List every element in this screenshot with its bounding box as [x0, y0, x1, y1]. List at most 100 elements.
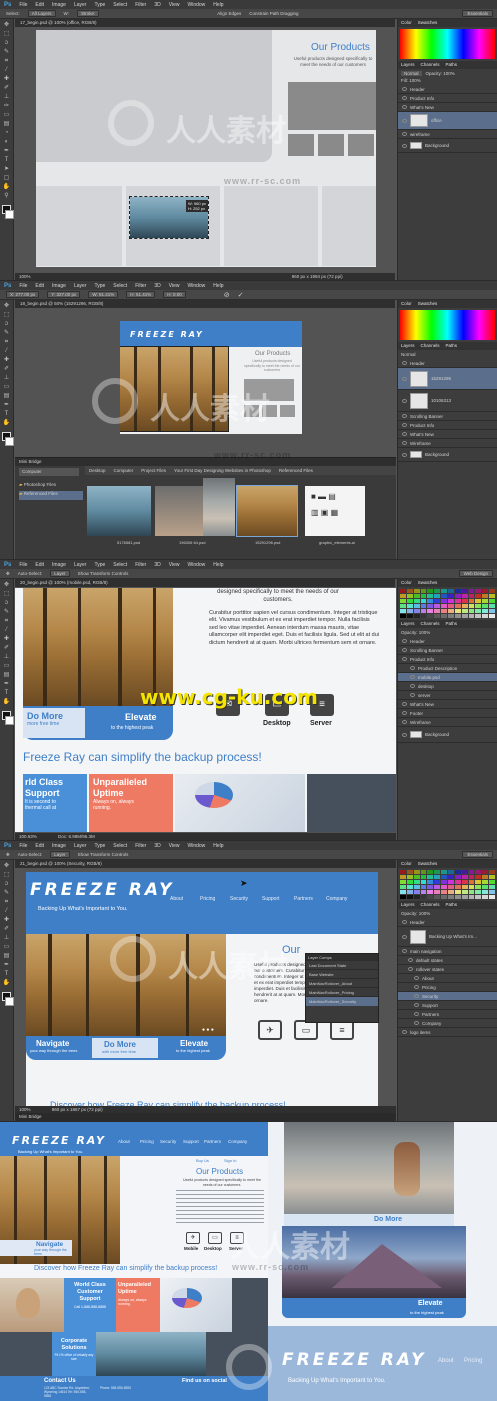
server-icon-box[interactable]: ≡: [230, 1232, 244, 1244]
server-icon-box[interactable]: ≡: [330, 1020, 354, 1040]
stamp-tool-icon[interactable]: ⊥: [3, 654, 11, 661]
color-swatch[interactable]: [482, 880, 489, 884]
color-swatch[interactable]: [406, 895, 413, 899]
color-swatch[interactable]: [427, 890, 434, 894]
nav-support[interactable]: Support: [262, 896, 280, 902]
breadcrumb-item[interactable]: Project Files: [141, 468, 166, 473]
color-swatch[interactable]: [454, 875, 461, 879]
color-swatch[interactable]: [482, 589, 489, 593]
color-swatch[interactable]: [441, 604, 447, 608]
color-swatch[interactable]: [489, 870, 495, 874]
menu-help[interactable]: Help: [213, 2, 223, 8]
layer-row[interactable]: Product Info: [398, 421, 497, 430]
buy-button[interactable]: Buy Us: [196, 1158, 209, 1163]
comp-row[interactable]: MainNavRollover_Pricing: [306, 988, 378, 997]
color-swatch[interactable]: [482, 870, 489, 874]
color-swatch[interactable]: [434, 609, 441, 613]
color-swatch[interactable]: [482, 604, 489, 608]
opacity-field[interactable]: Opacity: 100%: [398, 909, 497, 918]
color-swatch[interactable]: [448, 880, 454, 884]
color-swatch[interactable]: [413, 880, 420, 884]
color-swatch[interactable]: [454, 589, 461, 593]
healing-icon[interactable]: ✚: [3, 636, 11, 643]
commit-transform-icon[interactable]: ✓: [238, 291, 244, 299]
color-swatch[interactable]: [461, 880, 468, 884]
color-swatch[interactable]: [475, 599, 482, 603]
layer-row[interactable]: desktop: [398, 682, 497, 691]
color-swatch[interactable]: [489, 875, 495, 879]
w-field[interactable]: W: 61.41%: [88, 291, 119, 298]
eye-icon[interactable]: [402, 87, 407, 91]
document-tab[interactable]: 18_begin.psd @ 50% (15291296, RGB/8): [15, 300, 395, 308]
nav-company[interactable]: Company: [228, 1139, 247, 1144]
color-swatch[interactable]: [448, 599, 454, 603]
color-swatch[interactable]: [441, 885, 447, 889]
color-swatch[interactable]: [448, 875, 454, 879]
color-swatch[interactable]: [475, 589, 482, 593]
color-swatch[interactable]: [406, 594, 413, 598]
crop-tool-icon[interactable]: ⌗: [3, 899, 11, 906]
eye-icon[interactable]: [414, 994, 419, 998]
constrain-checkbox[interactable]: Constrain Path Dragging: [249, 11, 298, 16]
breadcrumb-item[interactable]: Referenced Files: [279, 468, 313, 473]
elevate-tab[interactable]: Elevate to the highest peak: [164, 1036, 226, 1060]
color-swatch[interactable]: [489, 890, 495, 894]
color-swatch[interactable]: [400, 609, 406, 613]
layer-row[interactable]: Support: [398, 1001, 497, 1010]
swatches-grid[interactable]: [398, 587, 497, 620]
color-swatch[interactable]: [427, 875, 434, 879]
color-swatch[interactable]: [454, 870, 461, 874]
color-swatch[interactable]: [427, 895, 434, 899]
color-swatch[interactable]: [468, 895, 475, 899]
mobile-icon-box[interactable]: ✈: [258, 1020, 282, 1040]
menu-3d[interactable]: 3D: [154, 562, 160, 568]
layer-row[interactable]: Pricing: [398, 983, 497, 992]
marquee-tool-icon[interactable]: ⬚: [3, 312, 11, 319]
color-swatch[interactable]: [400, 875, 406, 879]
cancel-transform-icon[interactable]: ⊘: [224, 291, 230, 299]
tab-channels[interactable]: Channels: [421, 61, 440, 69]
color-swatch[interactable]: [489, 614, 495, 618]
color-swatch[interactable]: [482, 885, 489, 889]
layer-row[interactable]: Scrolling Banner: [398, 412, 497, 421]
menu-window[interactable]: Window: [187, 2, 205, 8]
gradient-icon[interactable]: ▤: [3, 953, 11, 960]
eyedropper-icon[interactable]: ⁄: [3, 627, 11, 634]
type-tool-icon[interactable]: T: [3, 690, 11, 697]
color-swatch[interactable]: [468, 599, 475, 603]
layer-row[interactable]: What's New: [398, 103, 497, 112]
healing-icon[interactable]: ✚: [3, 357, 11, 364]
color-swatch[interactable]: [448, 614, 454, 618]
thumbnail-forest[interactable]: [236, 485, 298, 537]
eye-icon[interactable]: [402, 702, 407, 706]
breadcrumb-item[interactable]: Desktop: [89, 468, 106, 473]
move-tool-icon[interactable]: ✥: [3, 22, 11, 29]
layer-row[interactable]: Product Info: [398, 94, 497, 103]
document-canvas[interactable]: Our Products Useful products designed sp…: [36, 30, 376, 267]
color-swatch[interactable]: [461, 599, 468, 603]
zoom-tool-icon[interactable]: ⚲: [3, 193, 11, 200]
align-edges-checkbox[interactable]: Align Edges: [217, 11, 241, 16]
pen-tool-icon[interactable]: ✒: [3, 402, 11, 409]
path-select-icon[interactable]: ➤: [3, 166, 11, 173]
history-brush-icon[interactable]: ✑: [3, 103, 11, 110]
color-swatch[interactable]: [461, 614, 468, 618]
color-swatch[interactable]: [420, 895, 427, 899]
layer-row[interactable]: Background: [398, 139, 497, 153]
color-swatch[interactable]: [441, 594, 447, 598]
eye-icon[interactable]: [402, 361, 407, 365]
color-swatch[interactable]: [454, 895, 461, 899]
stamp-tool-icon[interactable]: ⊥: [3, 375, 11, 382]
color-swatch[interactable]: [489, 895, 495, 899]
menu-file[interactable]: File: [19, 283, 27, 289]
menu-type[interactable]: Type: [94, 562, 105, 568]
slider-dots[interactable]: ● ● ●: [202, 1027, 214, 1033]
tab-paths[interactable]: Paths: [446, 342, 458, 350]
menu-3d[interactable]: 3D: [154, 843, 160, 849]
nav-about[interactable]: About: [170, 896, 183, 902]
quick-select-icon[interactable]: ✎: [3, 890, 11, 897]
color-swatch[interactable]: [441, 870, 447, 874]
eyedropper-icon[interactable]: ⁄: [3, 348, 11, 355]
color-swatch[interactable]: [441, 609, 447, 613]
color-swatch[interactable]: [489, 885, 495, 889]
